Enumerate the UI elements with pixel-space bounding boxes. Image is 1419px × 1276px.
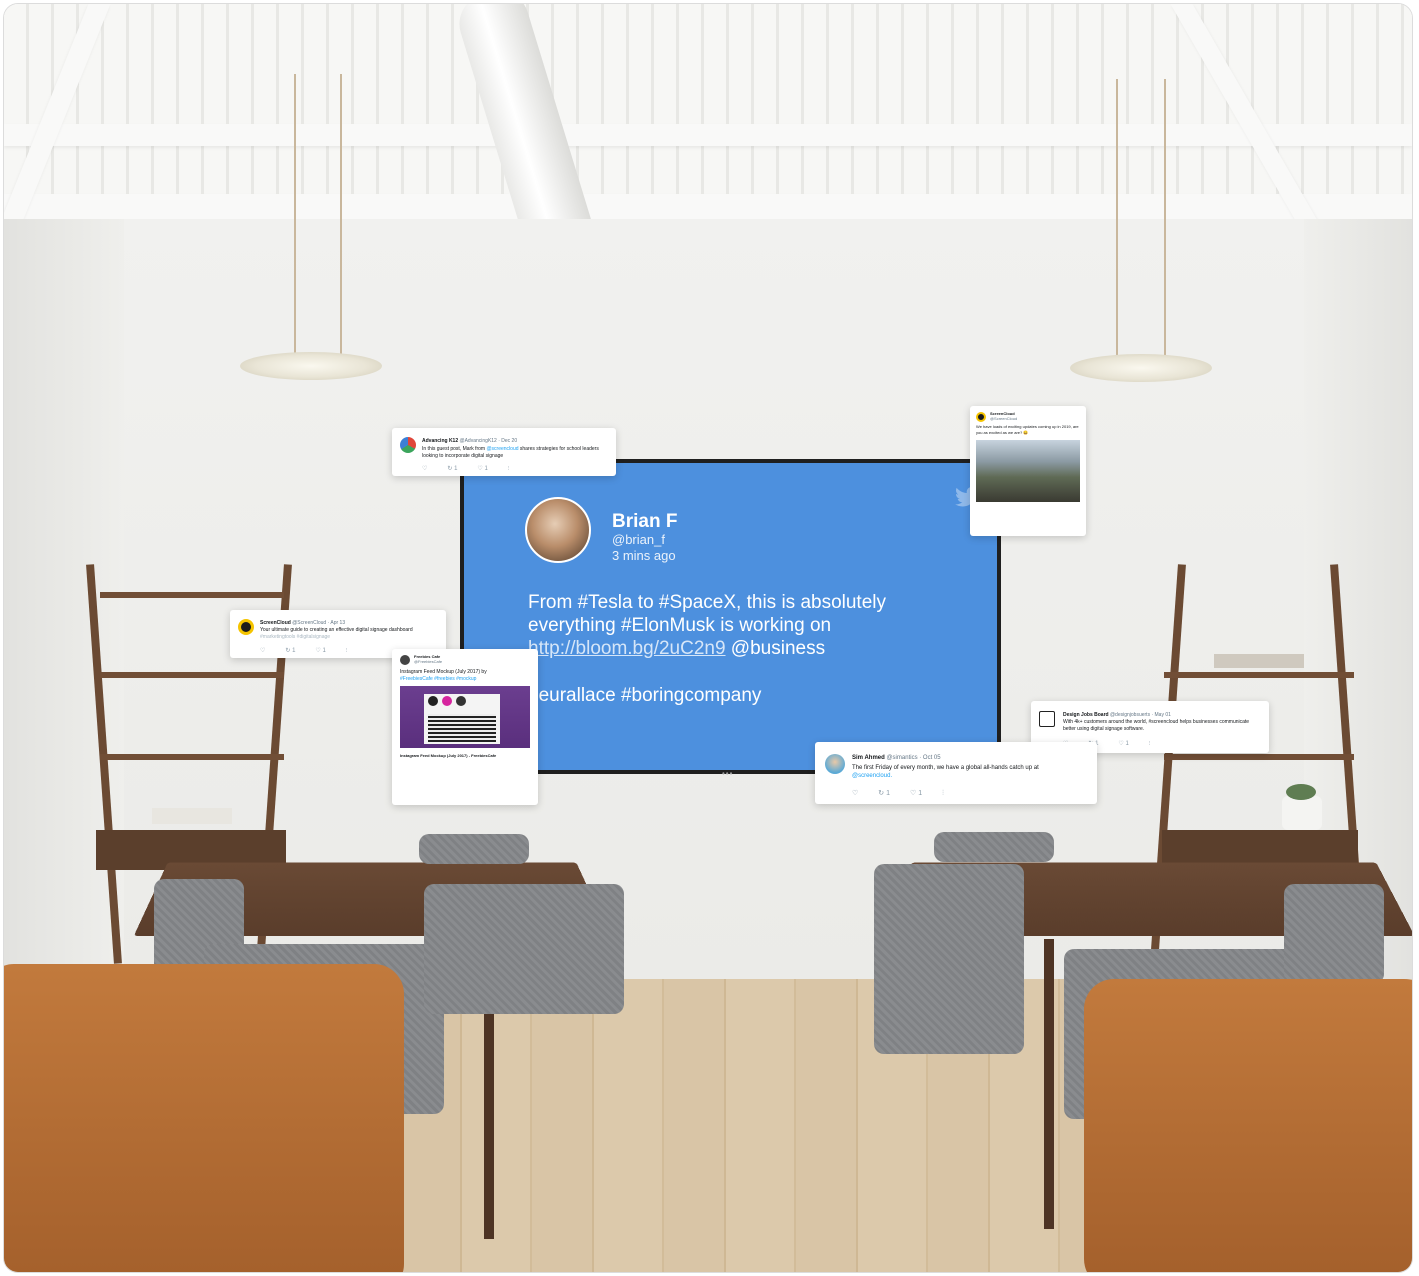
story-avatar (456, 696, 466, 706)
tweet-card-sim-ahmed[interactable]: Sim Ahmed @simantics · Oct 05 The first … (815, 742, 1097, 804)
tweet-text-a: In this guest post, Mark from (422, 446, 487, 452)
tv-indicator-dots: ••• (722, 769, 734, 778)
story-avatar (428, 696, 438, 706)
tweet-author-name: ScreenCloud (260, 620, 291, 626)
tv-tweet-text-prefix: From #Tesla to #SpaceX, this is absolute… (528, 592, 887, 636)
lamp-wire (1116, 79, 1118, 364)
reply-icon[interactable]: ♡ (852, 790, 858, 797)
tweet-mention[interactable]: @screencloud (486, 446, 518, 452)
tv-user-handle: @brian_f (612, 532, 665, 547)
leather-armchair-right (1084, 979, 1412, 1272)
tv-tweet-hashtags: neurallace #boringcompany (528, 685, 762, 706)
chair (424, 884, 624, 1014)
lamp-wire (340, 74, 342, 364)
tweet-text: With 4k+ customers around the world, #sc… (1063, 719, 1250, 732)
ceiling-beam (4, 124, 1412, 146)
ceiling-beam (4, 194, 1412, 220)
tweet-author: Design Jobs Board @designjobsuerts · May… (1063, 712, 1171, 718)
tweet-hashtags: #FreebiesCafe #freebies #mockup (400, 676, 477, 682)
photo-post (428, 714, 496, 742)
reply-icon[interactable]: ♡ (260, 648, 265, 654)
tv-tweet-link[interactable]: http://bloom.bg/2uC2n9 (528, 638, 726, 659)
tweet-text: The first Friday of every month, we have… (852, 764, 1090, 780)
tweet-text-main: The first Friday of every month, we have… (852, 765, 1039, 771)
lamp-wire (294, 74, 296, 364)
tweet-handle: @ScreenCloud · Apr 13 (292, 620, 346, 626)
tv-timestamp: 3 mins ago (612, 548, 676, 563)
chair (874, 864, 1024, 1054)
tweet-footer: Instagram Feed Mockup (July 2017) - Free… (400, 753, 497, 758)
tv-user-name: Brian F (612, 511, 678, 532)
tweet-title: Instagram Feed Mockup (July 2017) by (400, 669, 487, 675)
plant (1286, 784, 1316, 800)
tweet-handle: @ScreenCloud (990, 416, 1018, 421)
tweet-author: Sim Ahmed @simantics · Oct 05 (852, 755, 941, 761)
office-meeting-room-photo: Brian F @brian_f 3 mins ago From #Tesla … (4, 4, 1412, 1272)
tweet-card-freebies-cafe[interactable]: Freebies Cafe @FreebiesCafe Instagram Fe… (392, 649, 538, 805)
tweet-author-name: Advancing K12 (422, 438, 459, 444)
chair (934, 832, 1054, 862)
tweet-card-screencloud-2019[interactable]: ScreenCloud @ScreenCloud We have loads o… (970, 406, 1086, 536)
books (1214, 654, 1304, 668)
table-leg (1044, 939, 1054, 1229)
leather-armchair-left (4, 964, 404, 1272)
avatar (825, 754, 845, 774)
tweet-mention[interactable]: @screencloud. (852, 773, 892, 779)
tv-screen: Brian F @brian_f 3 mins ago From #Tesla … (464, 463, 997, 770)
shelf-board (100, 754, 284, 760)
lamp-wire (1164, 79, 1166, 364)
tweet-actions: ♡ ↻ 1 ♡ 1 ⫶ (260, 647, 367, 655)
retweet-icon[interactable]: ↻ 1 (285, 648, 295, 654)
shelf-board (1164, 754, 1354, 760)
like-icon[interactable]: ♡ 1 (477, 466, 487, 472)
retweet-icon[interactable]: ↻ 1 (878, 790, 890, 797)
like-icon[interactable]: ♡ 1 (1118, 741, 1128, 747)
shelf-post (86, 564, 122, 964)
like-icon[interactable]: ♡ 1 (910, 790, 922, 797)
tweet-card-advancing-k12[interactable]: Advancing K12 @AdvancingK12 · Dec 20 In … (392, 428, 616, 476)
tweet-handle: @FreebiesCafe (414, 659, 443, 664)
avatar (238, 619, 254, 635)
tweet-hashtags: #marketingtools #digitalsignage (260, 634, 331, 640)
stats-icon[interactable]: ⫶ (1149, 741, 1151, 747)
tweet-actions: ♡ ↻ 1 ♡ 1 ⫶ (852, 789, 964, 798)
tweet-handle: @AdvancingK12 · Dec 20 (459, 438, 518, 444)
stats-icon[interactable]: ⫶ (508, 466, 510, 472)
shelf-board (100, 592, 284, 598)
tweet-text: We have loads of exciting updates coming… (976, 424, 1079, 435)
avatar (400, 437, 416, 453)
tweet-text: Your ultimate guide to creating an effec… (260, 627, 413, 633)
phone-screen (424, 694, 500, 744)
tv-tweet-text: From #Tesla to #SpaceX, this is absolute… (528, 591, 968, 660)
tweet-handle: @simantics · Oct 05 (886, 755, 941, 761)
stats-icon[interactable]: ⫶ (942, 790, 944, 797)
tweet-text: In this guest post, Mark from @screenclo… (422, 446, 608, 460)
stats-icon[interactable]: ⫶ (346, 648, 348, 654)
like-icon[interactable]: ♡ 1 (315, 648, 325, 654)
retweet-icon[interactable]: ↻ 1 (447, 466, 457, 472)
user-avatar (525, 497, 591, 563)
tweet-actions: ♡ ↻ 1 ♡ 1 ⫶ (422, 465, 529, 473)
tweet-author: ScreenCloud @ScreenCloud · Apr 13 (260, 620, 345, 626)
books (152, 808, 232, 824)
plant-pot (1282, 796, 1322, 830)
chair (419, 834, 529, 864)
tweet-author: Advancing K12 @AdvancingK12 · Dec 20 (422, 438, 517, 444)
team-photo (976, 440, 1080, 502)
tweet-author-name: Sim Ahmed (852, 755, 885, 761)
instagram-icon (442, 696, 452, 706)
avatar (1039, 711, 1055, 727)
tweet-handle: @designjobsuerts · May 01 (1109, 712, 1171, 718)
avatar (400, 655, 410, 665)
mockup-image (400, 686, 530, 748)
shelf-board (100, 672, 284, 678)
shelf-board (1164, 672, 1354, 678)
tweet-author-name: Design Jobs Board (1063, 712, 1109, 718)
tv-tweet-text-suffix: @business (725, 638, 826, 659)
pendant-lamp-right (1070, 354, 1212, 382)
pendant-lamp-left (240, 352, 382, 380)
avatar (976, 412, 986, 422)
reply-icon[interactable]: ♡ (422, 466, 427, 472)
chair (1284, 884, 1384, 984)
